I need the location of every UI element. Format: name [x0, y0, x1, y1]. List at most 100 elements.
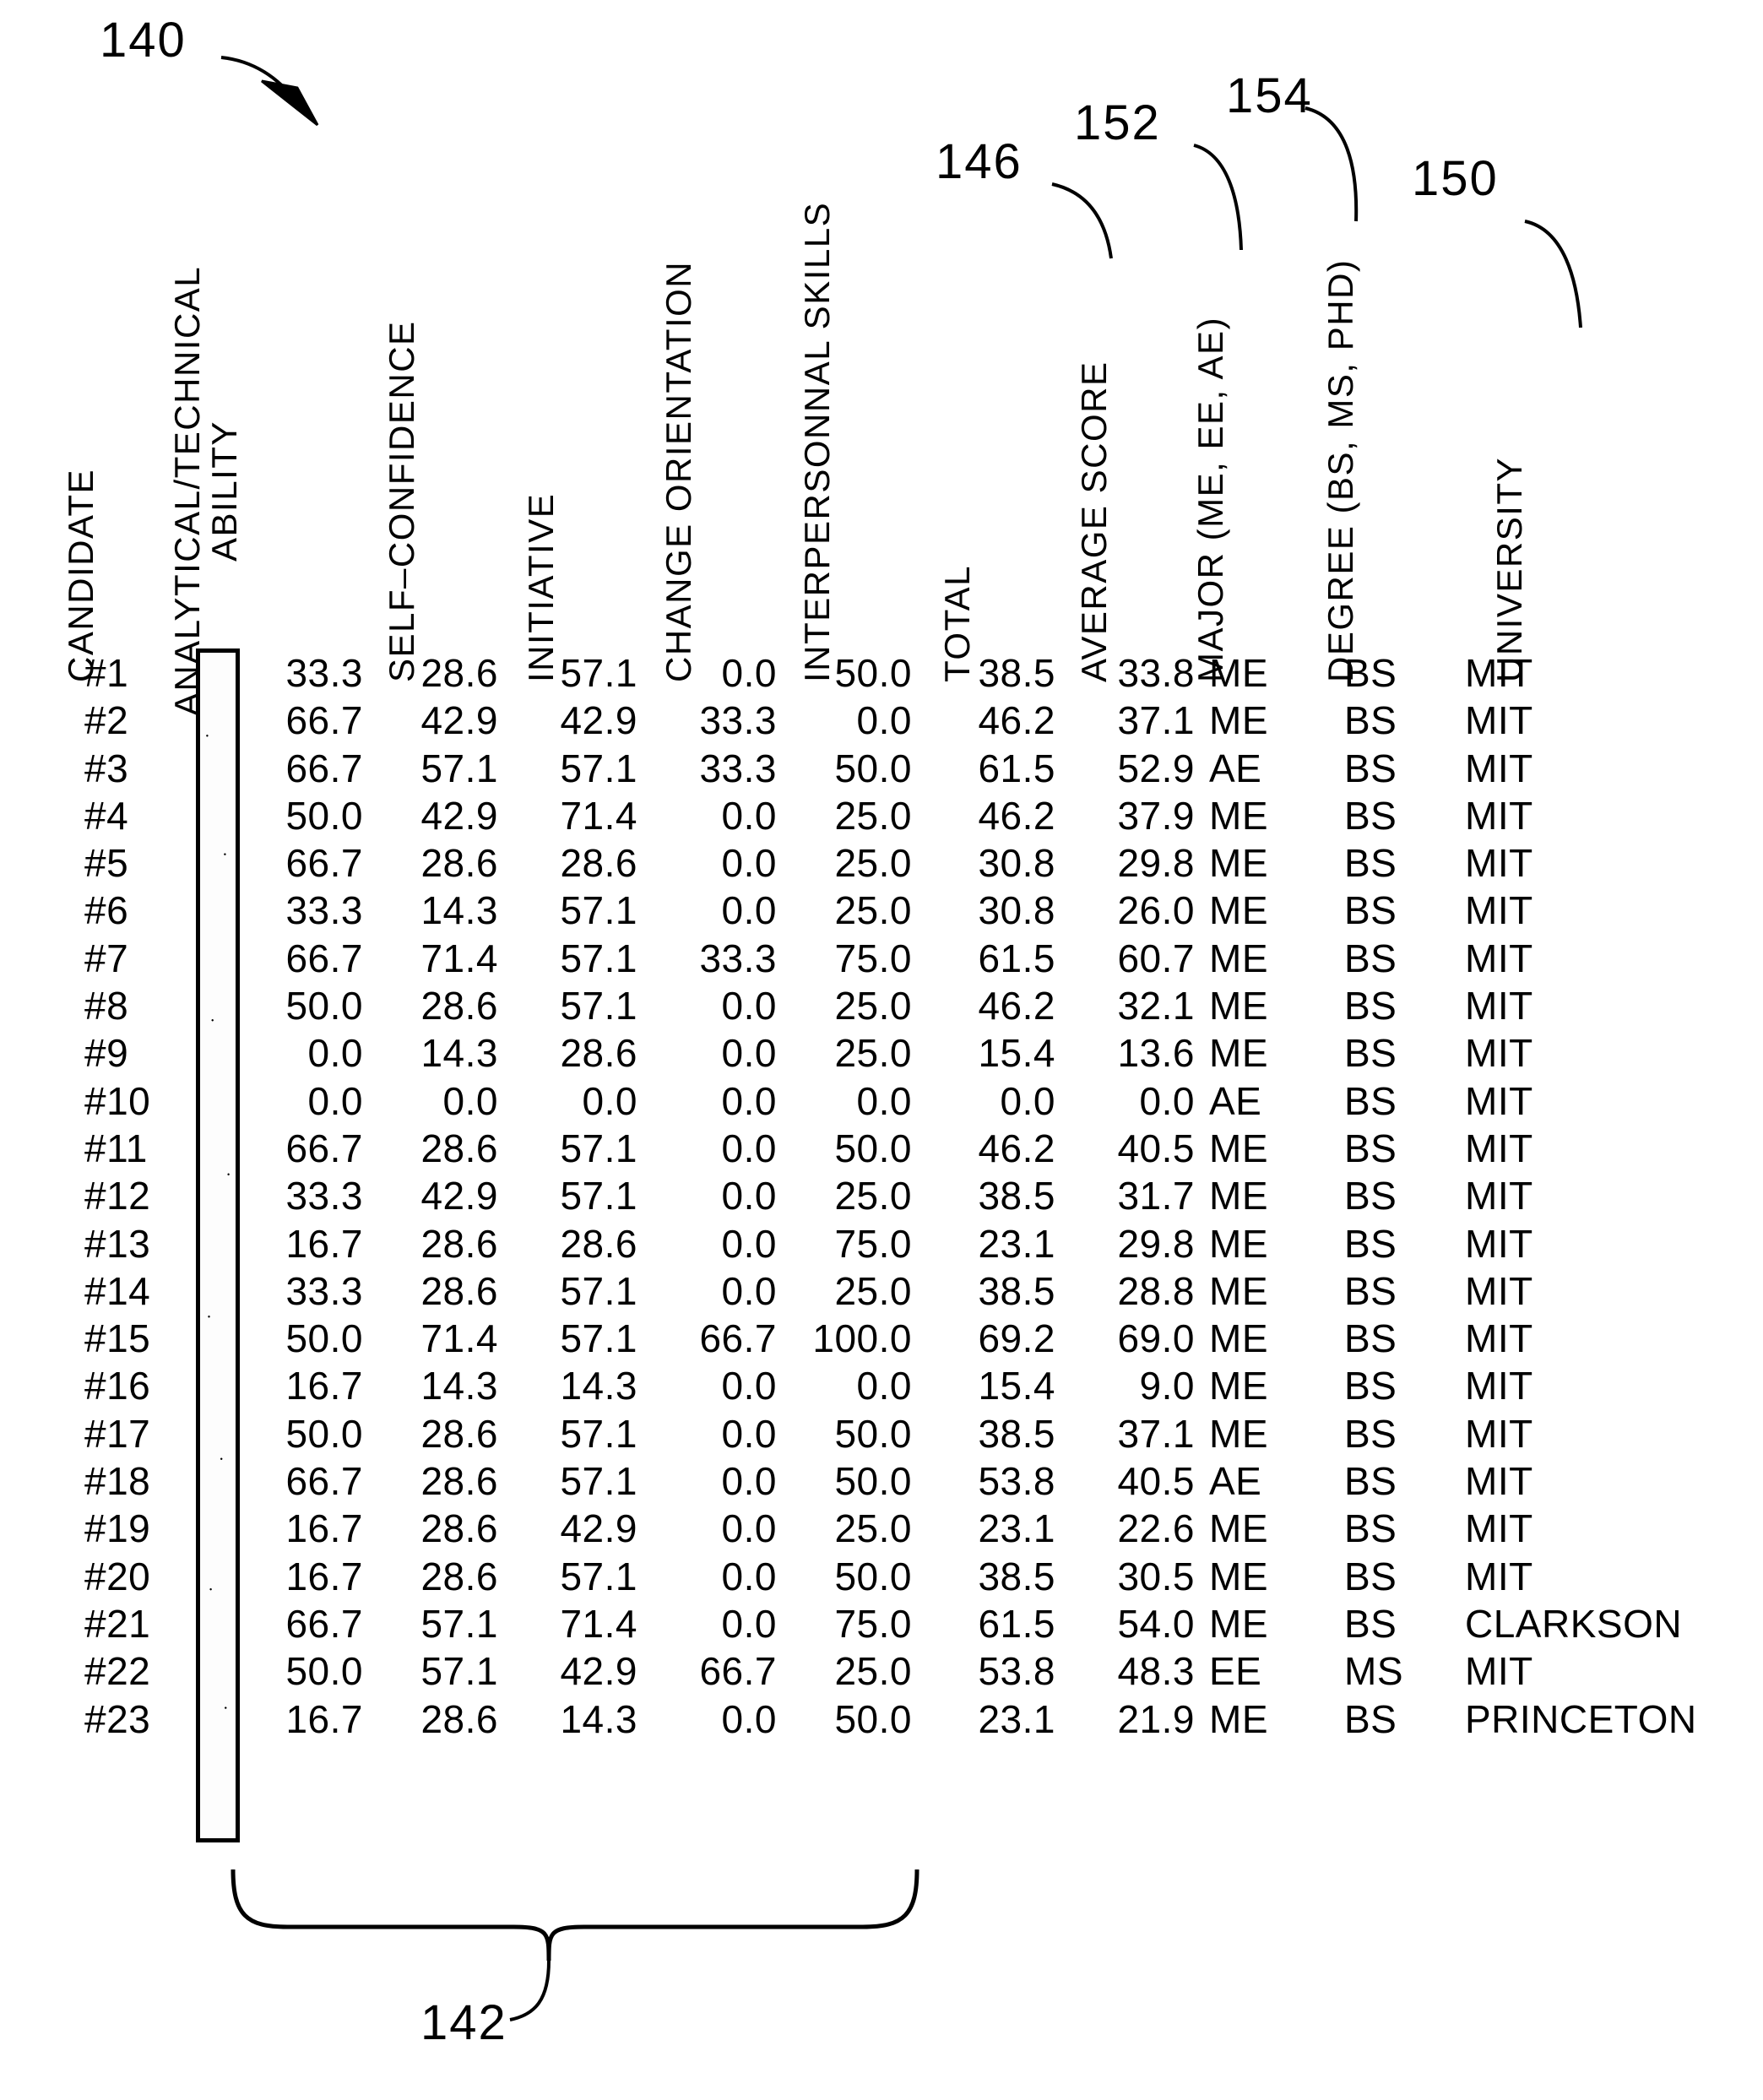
table-row: #6 33.3 14.3 57.1 0.0 25.0 30.8 26.0 ME BS MIT: [0, 887, 1763, 935]
score-cell: 71.4: [420, 1316, 498, 1361]
score-cell: 40.5: [1117, 1459, 1195, 1504]
score-cell: 66.7: [285, 841, 363, 886]
score-cell: 31.7: [1117, 1174, 1195, 1218]
major-cell: ME: [1209, 888, 1268, 933]
score-cell: 57.1: [420, 1649, 498, 1694]
score-cell: 37.1: [1117, 1411, 1195, 1456]
candidate-id: #15: [84, 1316, 151, 1361]
candidate-id: #19: [84, 1506, 151, 1551]
candidate-id: #17: [84, 1411, 151, 1456]
score-cell: 0.0: [721, 1696, 777, 1741]
candidate-id: #22: [84, 1649, 151, 1694]
score-cell: 46.2: [978, 698, 1055, 743]
score-cell: 0.0: [856, 1078, 912, 1123]
reference-numeral-150: 150: [1412, 151, 1499, 206]
score-cell: 14.3: [420, 1031, 498, 1076]
score-cell: 57.1: [560, 1268, 637, 1313]
major-cell: ME: [1209, 1506, 1268, 1551]
score-cell: 28.6: [420, 1696, 498, 1741]
candidate-id: #11: [84, 1126, 148, 1170]
table-row: #15 50.0 71.4 57.1 66.7 100.0 69.2 69.0 ME BS MIT: [0, 1316, 1763, 1363]
score-cell: 50.0: [285, 1411, 363, 1456]
candidate-id: #10: [84, 1078, 151, 1123]
score-cell: 16.7: [285, 1696, 363, 1741]
score-cell: 66.7: [699, 1649, 777, 1694]
score-cell: 66.7: [699, 1316, 777, 1361]
score-cell: 37.1: [1117, 698, 1195, 743]
table-row: #3 66.7 57.1 57.1 33.3 50.0 61.5 52.9 AE BS MIT: [0, 746, 1763, 793]
score-cell: 50.0: [834, 1459, 912, 1504]
score-cell: 61.5: [978, 936, 1055, 980]
degree-cell: BS: [1344, 984, 1397, 1028]
degree-cell: BS: [1344, 1459, 1397, 1504]
score-cell: 25.0: [834, 793, 912, 838]
university-cell: PRINCETON: [1465, 1696, 1697, 1741]
score-cell: 25.0: [834, 984, 912, 1028]
table-row: #14 33.3 28.6 57.1 0.0 25.0 38.5 28.8 ME BS MIT: [0, 1268, 1763, 1316]
degree-cell: BS: [1344, 936, 1397, 980]
major-cell: ME: [1209, 1411, 1268, 1456]
score-cell: 75.0: [834, 936, 912, 980]
score-cell: 38.5: [978, 1268, 1055, 1313]
score-cell: 15.4: [978, 1031, 1055, 1076]
score-cell: 0.0: [721, 1174, 777, 1218]
candidate-id: #23: [84, 1696, 151, 1741]
score-cell: 0.0: [721, 1221, 777, 1266]
major-cell: EE: [1209, 1649, 1262, 1694]
score-cell: 0.0: [721, 984, 777, 1028]
score-cell: 66.7: [285, 1126, 363, 1170]
major-cell: ME: [1209, 841, 1268, 886]
university-cell: MIT: [1465, 888, 1533, 933]
major-cell: AE: [1209, 1078, 1262, 1123]
degree-cell: BS: [1344, 1126, 1397, 1170]
table-row: #20 16.7 28.6 57.1 0.0 50.0 38.5 30.5 ME BS MIT: [0, 1554, 1763, 1601]
leader-line-150: [1524, 220, 1582, 328]
score-cell: 38.5: [978, 1174, 1055, 1218]
score-cell: 0.0: [721, 793, 777, 838]
score-cell: 42.9: [560, 1649, 637, 1694]
score-cell: 0.0: [307, 1031, 363, 1076]
score-cell: 42.9: [420, 698, 498, 743]
score-cell: 50.0: [834, 1696, 912, 1741]
candidate-id: #9: [84, 1031, 129, 1076]
major-cell: ME: [1209, 1601, 1268, 1646]
score-cell: 15.4: [978, 1364, 1055, 1408]
score-cell: 0.0: [1000, 1078, 1055, 1123]
score-cell: 52.9: [1117, 746, 1195, 790]
score-cell: 25.0: [834, 1174, 912, 1218]
candidate-id: #16: [84, 1364, 151, 1408]
degree-cell: BS: [1344, 1506, 1397, 1551]
degree-cell: BS: [1344, 888, 1397, 933]
score-cell: 0.0: [721, 1126, 777, 1170]
column-header-self-confidence: SELF–CONFIDENCE: [382, 320, 421, 682]
university-cell: MIT: [1465, 1649, 1533, 1694]
score-cell: 28.6: [420, 1506, 498, 1551]
degree-cell: BS: [1344, 1031, 1397, 1076]
score-cell: 30.8: [978, 841, 1055, 886]
table-row: #22 50.0 57.1 42.9 66.7 25.0 53.8 48.3 EE MS MIT: [0, 1648, 1763, 1696]
table-row: #21 66.7 57.1 71.4 0.0 75.0 61.5 54.0 ME BS CLARKS…: [0, 1601, 1763, 1648]
candidate-id: #3: [84, 746, 129, 790]
major-cell: ME: [1209, 1221, 1268, 1266]
leader-line-152: [1193, 144, 1243, 251]
degree-cell: BS: [1344, 1221, 1397, 1266]
score-cell: 0.0: [856, 698, 912, 743]
score-cell: 38.5: [978, 651, 1055, 695]
university-cell: MIT: [1465, 1268, 1533, 1313]
score-cell: 16.7: [285, 1554, 363, 1598]
table-row: #23 16.7 28.6 14.3 0.0 50.0 23.1 21.9 ME BS PRINCE…: [0, 1696, 1763, 1744]
candidate-id: #14: [84, 1268, 151, 1313]
degree-cell: BS: [1344, 841, 1397, 886]
score-cell: 57.1: [560, 1554, 637, 1598]
candidate-table: #1 33.3 28.6 57.1 0.0 50.0 38.5 33.8 ME BS MIT #2 66…: [0, 650, 1763, 1744]
score-cell: 0.0: [1139, 1078, 1195, 1123]
major-cell: ME: [1209, 1126, 1268, 1170]
score-cell: 50.0: [285, 984, 363, 1028]
table-row: #10 0.0 0.0 0.0 0.0 0.0 0.0 0.0 AE BS MIT: [0, 1078, 1763, 1126]
major-cell: ME: [1209, 793, 1268, 838]
score-cell: 0.0: [721, 888, 777, 933]
score-cell: 14.3: [420, 888, 498, 933]
score-cell: 0.0: [721, 651, 777, 695]
score-cell: 28.6: [420, 1126, 498, 1170]
score-cell: 57.1: [560, 1126, 637, 1170]
